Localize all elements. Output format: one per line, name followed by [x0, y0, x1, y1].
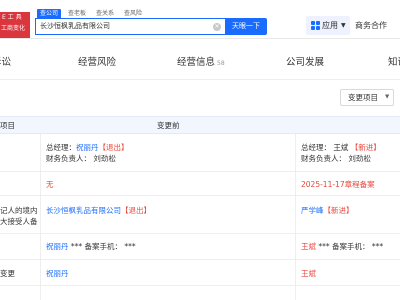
value-line: 祝丽丹 *** 备案手机： *** [46, 241, 291, 252]
header-before: 变更前 [157, 121, 180, 130]
value-text: *** 备案手机： *** [316, 242, 384, 251]
table-row: 祝丽丹 *** 备案手机： *** 王斌 *** 备案手机： *** [0, 234, 400, 260]
row-before-value: 无 [46, 179, 291, 190]
row-before-value: 长沙恒枫乳品有限公司【退出】 [46, 205, 291, 216]
table-header: 项目 变更前 [0, 116, 400, 134]
row-after-value: 王斌 [301, 268, 400, 279]
tab-company-development-label: 公司发展 [286, 57, 325, 68]
apps-label: 应用 [322, 21, 338, 30]
chevron-down-icon: ▼ [341, 22, 346, 29]
value-line: 王斌 [301, 268, 400, 279]
tab-company-development[interactable]: 公司发展 [286, 54, 324, 68]
row-after-value: 严学峰【新进】 [301, 205, 400, 216]
business-cooperation-link[interactable]: 商务合作 [355, 16, 387, 35]
row-after-value: 总经理： 王斌 【新进】 财务负责人： 刘劲松 [301, 142, 400, 164]
logo-line-2: 工商变化 [1, 25, 26, 32]
value-line: 长沙恒枫乳品有限公司【退出】 [46, 205, 291, 216]
change-item-select[interactable]: 变更项目 ▼ [340, 89, 394, 106]
apps-grid-icon [311, 21, 320, 30]
status-tag: 王斌 [301, 242, 316, 251]
row-before-value: 总经理：祝丽丹【退出】 财务负责人： 刘劲松 [46, 142, 291, 164]
entity-link[interactable]: 祝丽丹 [46, 269, 69, 278]
value-line: 2025-11-17章程备案 [301, 179, 400, 190]
search-button[interactable]: 天眼一下 [225, 18, 267, 35]
status-tag: 王斌 [301, 269, 316, 278]
header-item: 项目 [0, 121, 15, 130]
entity-link[interactable]: 祝丽丹 [76, 143, 99, 152]
search-input[interactable]: 长沙恒枫乳品有限公司 ✕ [35, 18, 225, 35]
tab-business-risk-label: 经营风险 [78, 57, 117, 68]
status-tag: 无 [46, 180, 54, 189]
tab-business-info-count: 58 [217, 60, 225, 67]
table-row: 无 2025-11-17章程备案 [0, 172, 400, 196]
tab-business-info-label: 经营信息 [177, 57, 216, 68]
section-nav: 诉讼 经营风险 经营信息58 公司发展 知识 [0, 40, 400, 80]
value-line: 财务负责人： 刘劲松 [46, 153, 291, 164]
value-line: 严学峰【新进】 [301, 205, 400, 216]
row-after-value: 2025-11-17章程备案 [301, 179, 400, 190]
row-before-value: 祝丽丹 [46, 268, 291, 279]
top-header: E 工 具 工商变化 查公司 查老板 查关系 查风险 长沙恒枫乳品有限公司 ✕ … [0, 0, 400, 39]
row-item-name: 变更 [0, 268, 40, 279]
tab-litigation[interactable]: 诉讼 [0, 54, 11, 68]
change-records-table: 项目 变更前 总经理：祝丽丹【退出】 财务负责人： 刘劲松 总经理： 王斌 【新进】… [0, 116, 400, 300]
value-line: 总经理：祝丽丹【退出】 [46, 142, 291, 153]
entity-link[interactable]: 长沙恒枫乳品有限公司 [46, 206, 121, 215]
tab-intellectual-property-label: 知识 [388, 57, 400, 68]
apps-menu-button[interactable]: 应用 ▼ [306, 16, 350, 35]
tab-business-info[interactable]: 经营信息 58 [177, 54, 225, 68]
status-tag: 【新进】 [350, 143, 381, 152]
clear-icon[interactable]: ✕ [213, 23, 221, 31]
status-tag: 【退出】 [121, 206, 151, 215]
value-text: 财务负责人： 刘劲松 [46, 154, 116, 163]
value-text: 总经理： [46, 143, 76, 152]
entity-link[interactable]: 祝丽丹 [46, 242, 69, 251]
tab-business-risk[interactable]: 经营风险 [78, 54, 116, 68]
table-row: 总经理：祝丽丹【退出】 财务负责人： 刘劲松 总经理： 王斌 【新进】 财务负责人： … [0, 134, 400, 172]
status-tag: 【新进】 [323, 206, 354, 215]
value-line: 王斌 *** 备案手机： *** [301, 241, 400, 252]
row-item-name: 记人的境内大接受人备 [0, 205, 40, 227]
entity-link[interactable]: 严学峰 [301, 206, 324, 215]
row-before-value: 祝丽丹 *** 备案手机： *** [46, 241, 291, 252]
row-after-value: 王斌 *** 备案手机： *** [301, 241, 400, 252]
value-line: 财务负责人： 刘劲松 [301, 153, 400, 164]
filter-row: 变更项目 ▼ [0, 81, 400, 113]
change-item-select-label: 变更项目 [348, 93, 378, 102]
tools-logo[interactable]: E 工 具 工商变化 [0, 12, 30, 38]
row-item-text: 大接受人备 [0, 217, 38, 226]
value-text: 财务负责人： 刘劲松 [301, 154, 371, 163]
search-input-value[interactable]: 长沙恒枫乳品有限公司 [40, 19, 110, 34]
table-row: 记人的境内 大接受人备 长沙恒枫乳品有限公司【退出】 严学峰【新进】 [0, 196, 400, 234]
value-text: 总经理： 王斌 [301, 143, 351, 152]
row-item-text: 变更 [0, 269, 15, 278]
status-tag: 2025-11-17章程备案 [301, 180, 375, 189]
tab-litigation-label: 诉讼 [0, 57, 12, 68]
status-tag: 【退出】 [98, 143, 129, 152]
tab-intellectual-property[interactable]: 知识 [388, 54, 400, 68]
logo-line-1: E 工 具 [2, 14, 22, 21]
row-item-text: 记人的境内 [0, 206, 38, 215]
value-line: 总经理： 王斌 【新进】 [301, 142, 400, 153]
value-text: *** 备案手机： *** [68, 242, 136, 251]
table-row: 变更 祝丽丹 王斌 [0, 260, 400, 286]
chevron-down-icon: ▼ [385, 94, 390, 100]
value-line: 祝丽丹 [46, 268, 291, 279]
value-line: 无 [46, 179, 291, 190]
